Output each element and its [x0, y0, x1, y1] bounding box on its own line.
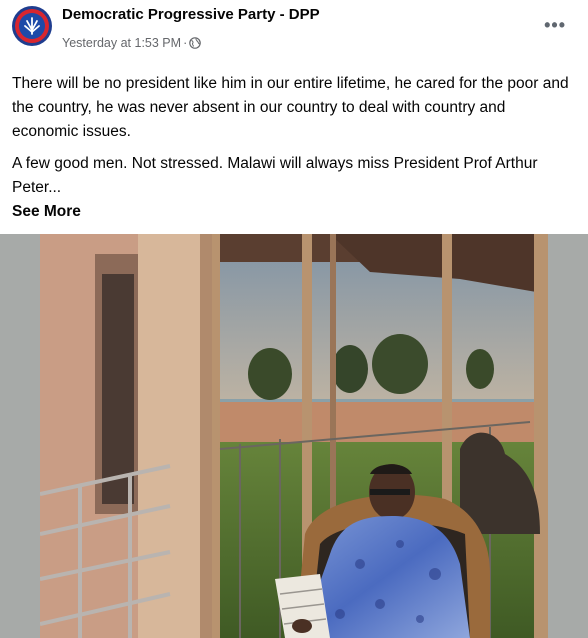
post-paragraph-2-text: A few good men. Not stressed. Malawi wil…	[12, 155, 538, 196]
see-more-link[interactable]: See More	[12, 200, 81, 224]
globe-icon[interactable]	[189, 37, 202, 49]
post-paragraph-1: There will be no president like him in o…	[12, 75, 569, 140]
page-name-link[interactable]: Democratic Progressive Party - DPP	[62, 6, 320, 23]
post-timestamp[interactable]: Yesterday at 1:53 PM	[62, 36, 181, 50]
dpp-logo-icon	[24, 17, 40, 35]
post-body: There will be no president like him in o…	[12, 72, 572, 224]
meta-separator: ·	[183, 36, 188, 50]
post-paragraph-2: A few good men. Not stressed. Malawi wil…	[12, 152, 572, 224]
more-options-button[interactable]: •••	[544, 16, 566, 34]
post-header: Democratic Progressive Party - DPP Yeste…	[0, 0, 588, 62]
page-avatar[interactable]	[12, 6, 52, 46]
post-photo[interactable]	[0, 234, 588, 638]
post-meta: Yesterday at 1:53 PM ·	[62, 36, 202, 50]
photo-image	[40, 234, 548, 638]
